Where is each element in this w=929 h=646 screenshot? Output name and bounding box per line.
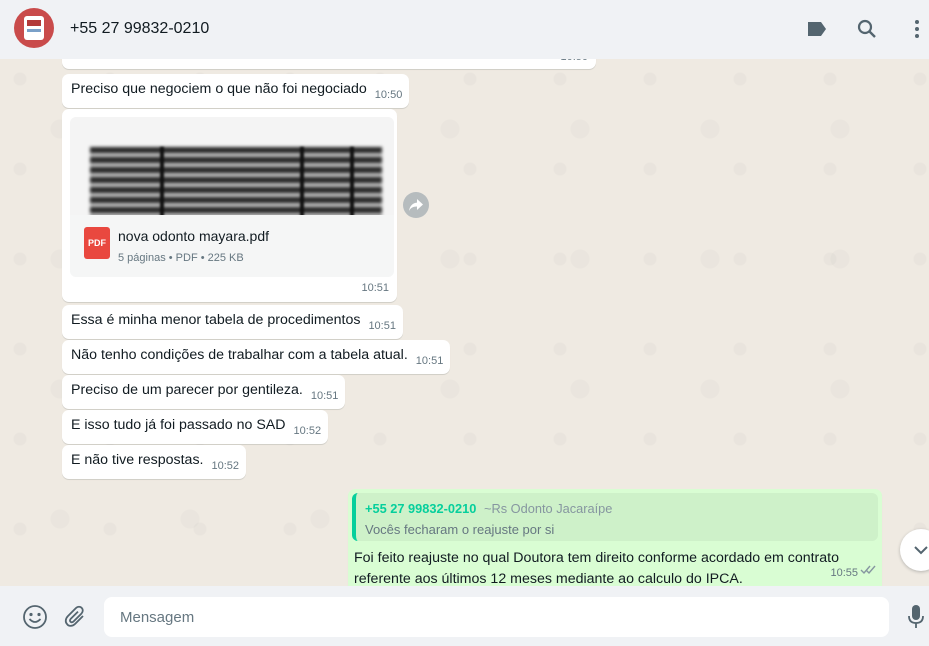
document-meta: 5 páginas • PDF • 225 KB: [118, 252, 244, 264]
message-text: Essa é minha menor tabela de procediment…: [71, 312, 361, 328]
message-time: 10:51: [415, 355, 444, 367]
contact-name[interactable]: +55 27 99832-0210: [70, 20, 209, 38]
document-preview[interactable]: [70, 117, 394, 215]
message-time: 10:51: [310, 390, 339, 402]
message-bubble[interactable]: E isso tudo já foi passado no SAD 10:52: [62, 410, 329, 444]
message-time: 10:51: [361, 282, 389, 294]
document-message[interactable]: PDF nova odonto mayara.pdf 5 páginas • P…: [62, 109, 397, 302]
message-time: 10:52: [211, 460, 240, 472]
contact-avatar[interactable]: [14, 8, 54, 48]
message-bubble[interactable]: Não tenho condições de trabalhar com a t…: [62, 340, 451, 374]
forward-icon[interactable]: [403, 192, 429, 218]
document-name: nova odonto mayara.pdf: [118, 228, 269, 244]
quoted-alias: ~Rs Odonto Jacaraípe: [484, 501, 613, 516]
message-text: Não tenho condições de trabalhar com a t…: [71, 347, 408, 363]
message-input[interactable]: [104, 597, 889, 637]
more-options-icon[interactable]: [905, 17, 929, 41]
message-text-line: Foi feito reajuste no qual Doutora tem d…: [354, 550, 840, 566]
message-time: 10:50: [560, 59, 588, 67]
message-bubble[interactable]: Essa é minha menor tabela de procediment…: [62, 305, 403, 339]
outgoing-message[interactable]: +55 27 99832-0210 ~Rs Odonto Jacaraípe V…: [348, 489, 882, 586]
message-text-line: referente aos últimos 12 meses mediante …: [354, 571, 743, 586]
quoted-text: Vocês fecharam o reajuste por si: [365, 522, 555, 537]
message-text: Preciso de um parecer por gentileza.: [71, 382, 303, 398]
label-icon[interactable]: [805, 17, 829, 41]
pdf-icon: PDF: [84, 227, 110, 259]
message-time: 10:50: [374, 89, 403, 101]
message-bubble[interactable]: E não tive respostas. 10:52: [62, 445, 247, 479]
message-bubble-partial[interactable]: 10:50: [62, 59, 596, 69]
read-receipt-icon: [860, 562, 876, 581]
chat-header: +55 27 99832-0210: [0, 0, 929, 59]
message-bubble[interactable]: Preciso de um parecer por gentileza. 10:5…: [62, 375, 346, 409]
message-time: 10:51: [368, 320, 396, 332]
search-icon[interactable]: [855, 17, 879, 41]
message-text: Preciso que negociem o que não foi negoc…: [71, 81, 367, 97]
message-bubble[interactable]: Preciso que negociem o que não foi negoc…: [62, 74, 410, 108]
chevron-down-icon: [914, 546, 928, 555]
chat-area[interactable]: 10:50 Preciso que negociem o que não foi…: [0, 59, 929, 586]
microphone-icon[interactable]: [903, 604, 929, 630]
message-time: 10:52: [293, 425, 322, 437]
message-text: E não tive respostas.: [71, 452, 204, 468]
attach-icon[interactable]: [63, 604, 89, 630]
composer-bar: [0, 586, 929, 646]
message-time: 10:55: [830, 567, 858, 579]
emoji-icon[interactable]: [22, 604, 48, 630]
message-text: Foi feito reajuste no qual Doutora tem d…: [354, 548, 874, 586]
document-info[interactable]: PDF nova odonto mayara.pdf 5 páginas • P…: [70, 215, 394, 277]
quoted-message[interactable]: +55 27 99832-0210 ~Rs Odonto Jacaraípe V…: [352, 493, 878, 541]
message-text: E isso tudo já foi passado no SAD: [71, 417, 286, 433]
quoted-sender: +55 27 99832-0210: [365, 501, 477, 516]
